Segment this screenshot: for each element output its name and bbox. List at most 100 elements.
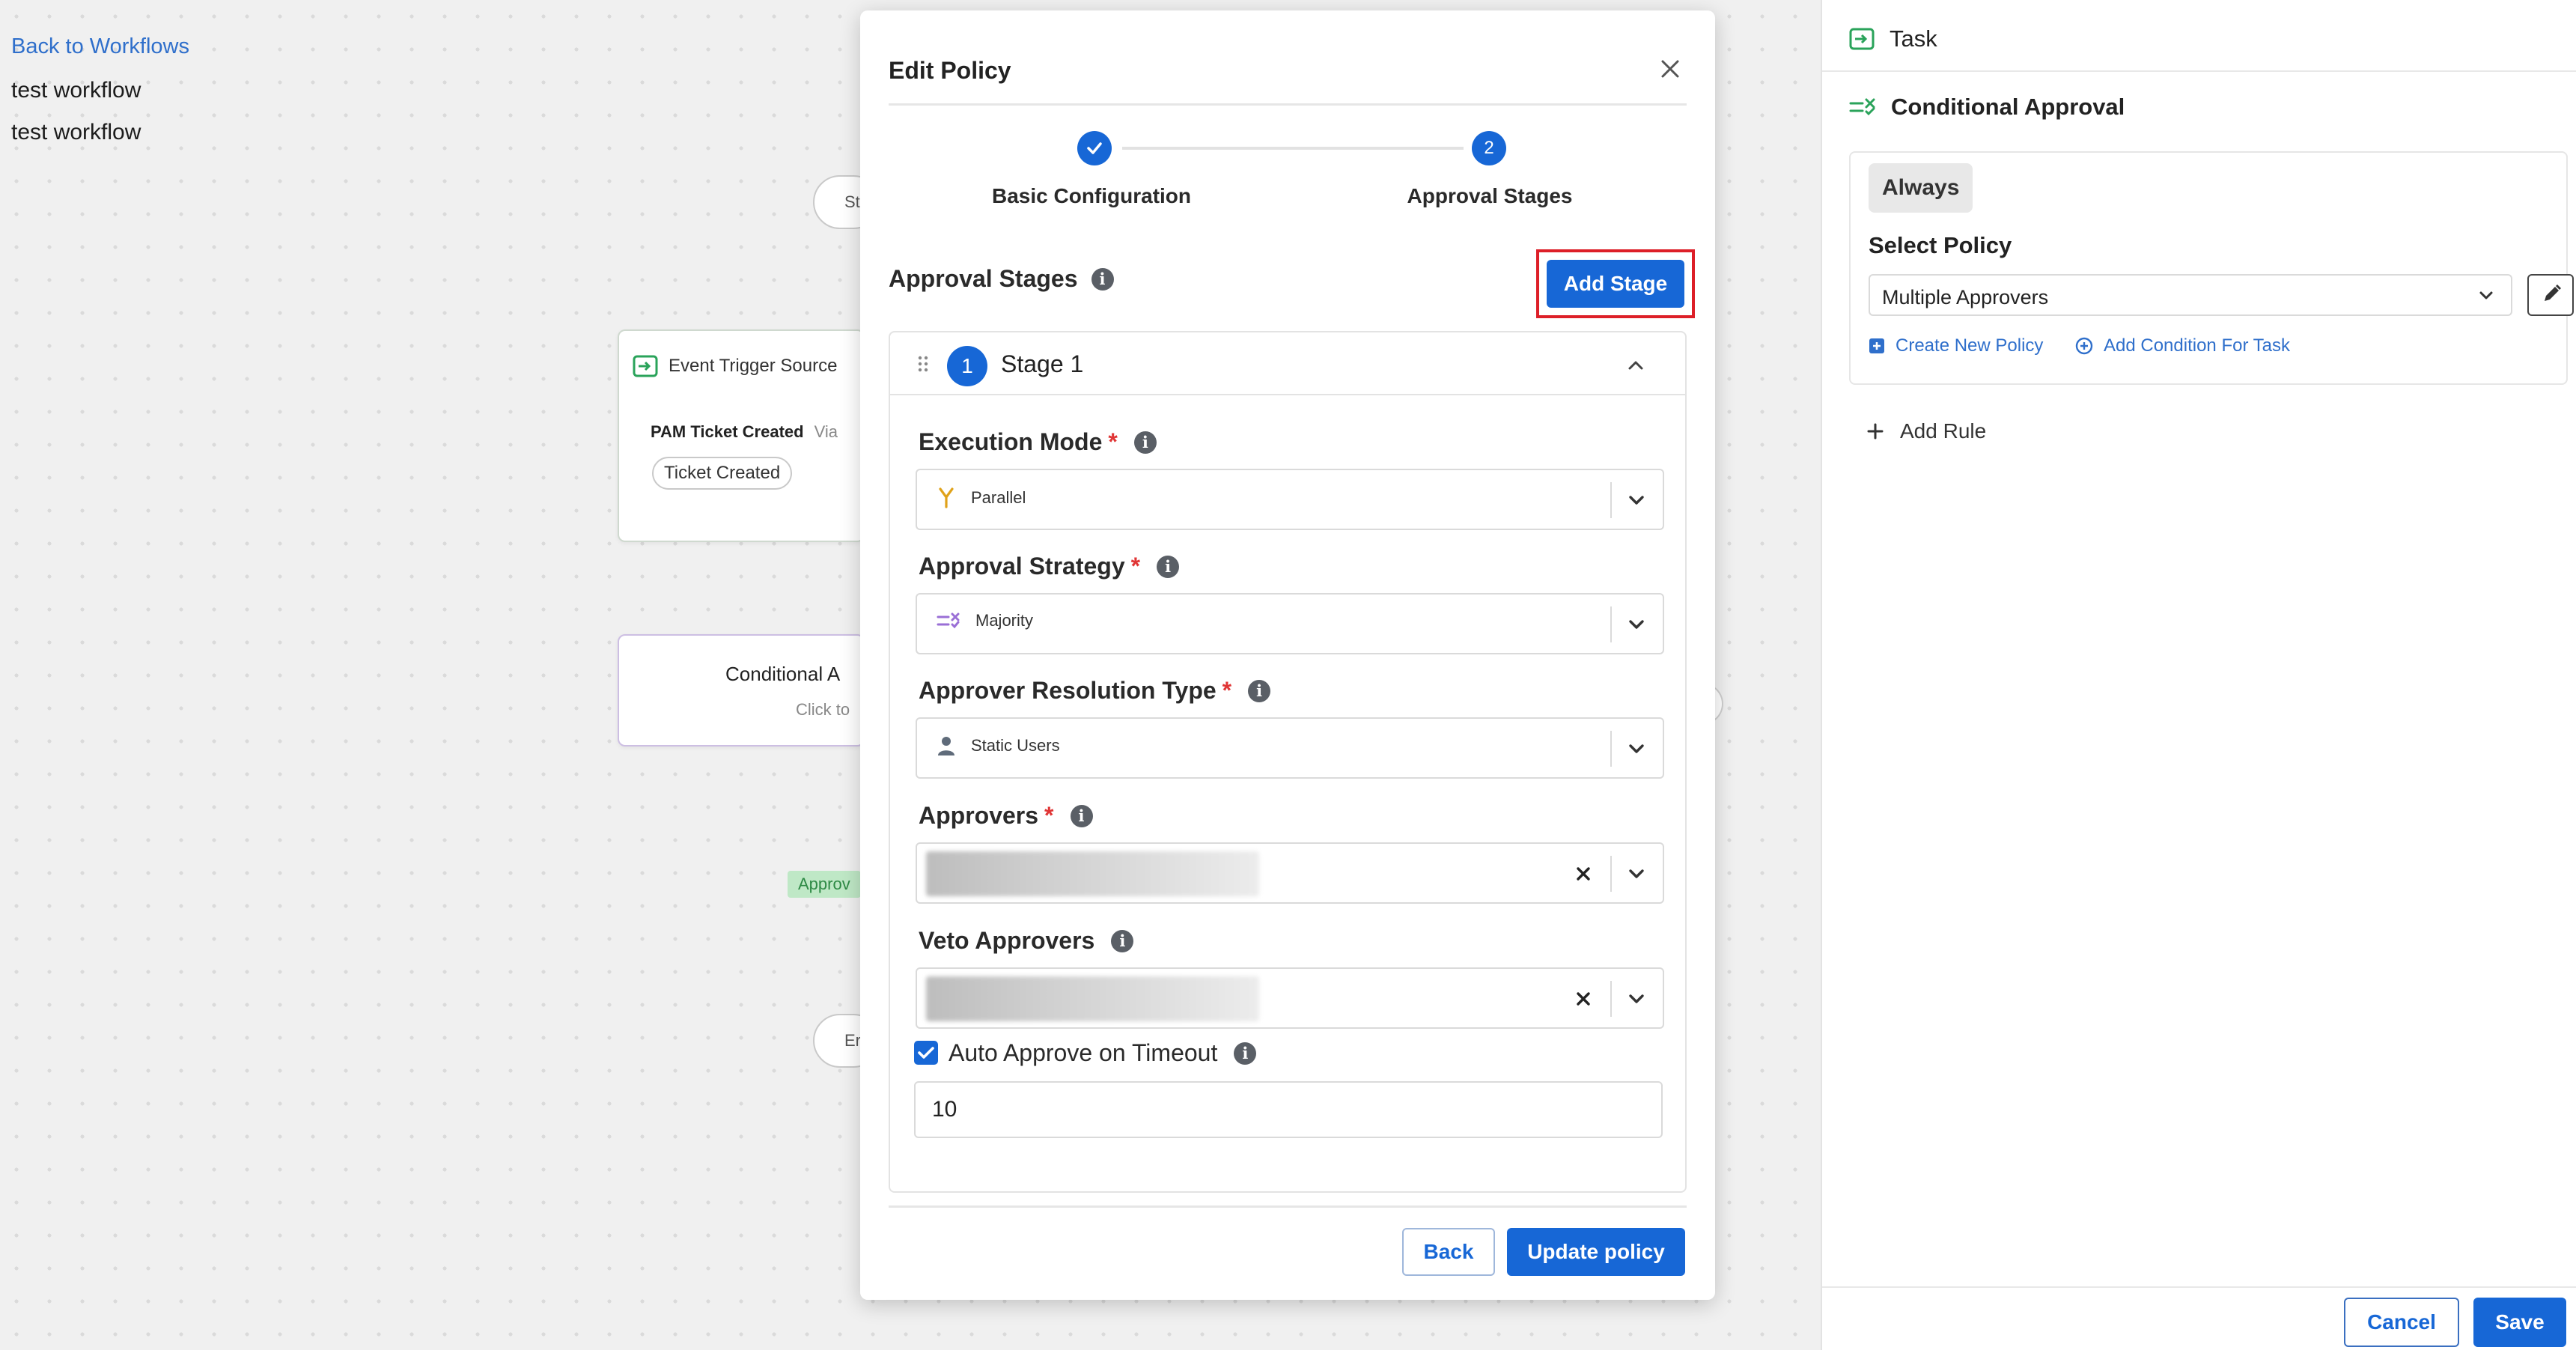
plus-circle-icon [2075,337,2093,355]
select-divider [1610,606,1612,642]
conditional-approval-label: Conditional Approval [1891,94,2125,120]
approve-edge-tag: Approv [788,871,861,898]
approval-stages-title: Approval Stages i [889,265,1114,293]
policy-select-value: Multiple Approvers [1882,286,2049,308]
task-icon [1849,28,1875,50]
task-label: Task [1890,25,1937,52]
add-stage-button[interactable]: Add Stage [1547,260,1684,308]
approver-resolution-value: Static Users [971,736,1060,755]
veto-approvers-text: Veto Approvers [919,927,1095,954]
always-tag: Always [1869,163,1973,213]
edit-policy-modal: Edit Policy Basic Configuration 2 Approv… [860,10,1715,1300]
workflow-name: test workflow [11,78,141,103]
redacted-veto-value [926,976,1259,1021]
back-to-workflows-link[interactable]: Back to Workflows [11,34,189,59]
create-new-policy-text: Create New Policy [1896,335,2044,356]
step-2-number: 2 [1484,138,1494,158]
conditional-approval-icon [1849,98,1875,116]
approval-strategy-text: Approval Strategy [919,553,1125,580]
add-rule-label: Add Rule [1900,419,1987,443]
create-new-policy-link[interactable]: Create New Policy [1869,335,2043,356]
approvers-multiselect[interactable] [916,842,1664,904]
save-button[interactable]: Save [2473,1298,2566,1347]
step-1-label: Basic Configuration [991,184,1192,207]
clear-icon[interactable] [1573,988,1594,1009]
modal-header-divider [889,103,1687,106]
modal-title: Edit Policy [889,57,1011,84]
step-2-label: Approval Stages [1407,184,1573,207]
info-icon[interactable]: i [1111,929,1134,952]
chevron-down-icon[interactable] [2476,286,2496,305]
pencil-icon [2545,285,2561,301]
chevron-down-icon[interactable] [1625,613,1648,636]
close-icon[interactable] [1654,52,1687,85]
info-icon[interactable]: i [1133,431,1157,454]
chevron-down-icon[interactable] [1625,738,1648,760]
stage-number-badge: 1 [947,346,987,386]
auto-approve-label: Auto Approve on Timeout i [949,1039,1257,1067]
drag-handle-icon[interactable] [917,355,929,373]
approval-stages-label: Approval Stages [889,265,1078,292]
select-divider [1610,482,1612,518]
info-icon[interactable]: i [1248,679,1271,702]
auto-approve-checkbox[interactable] [914,1041,938,1065]
add-condition-link[interactable]: Add Condition For Task [2075,335,2290,356]
panel-footer-divider [1822,1286,2576,1288]
stage-header[interactable]: 1 Stage 1 [890,332,1685,395]
back-button[interactable]: Back [1402,1228,1495,1276]
select-divider [1610,981,1612,1017]
panel-divider [1822,70,2576,72]
veto-approvers-multiselect[interactable] [916,967,1664,1029]
select-divider [1610,731,1612,767]
step-1-complete[interactable] [1077,131,1112,165]
event-name: PAM Ticket Created [651,422,804,441]
redacted-approver-value [926,851,1259,896]
auto-approve-text: Auto Approve on Timeout [949,1039,1218,1066]
approver-resolution-select[interactable]: Static Users [916,717,1664,779]
required-marker: * [1044,802,1054,829]
task-config-panel: Task Conditional Approval Always Select … [1821,0,2576,1350]
clear-icon[interactable] [1573,863,1594,884]
cancel-button[interactable]: Cancel [2344,1298,2459,1347]
required-marker: * [1108,428,1118,455]
execution-mode-text: Execution Mode [919,428,1103,455]
event-trigger-title: Event Trigger Source [669,356,838,376]
timeout-input[interactable] [914,1081,1663,1138]
plus-icon [1867,423,1884,440]
execution-mode-select[interactable]: Parallel [916,469,1664,530]
chevron-down-icon[interactable] [1625,489,1648,511]
required-marker: * [1130,553,1141,580]
update-policy-button[interactable]: Update policy [1507,1228,1685,1276]
approval-strategy-value: Majority [975,611,1034,630]
policy-rule-card: Always Select Policy Multiple Approvers … [1849,151,2574,385]
approval-strategy-select[interactable]: Majority [916,593,1664,654]
chevron-down-icon[interactable] [1625,863,1648,885]
add-rule-button[interactable]: Add Rule [1866,419,1986,443]
event-trigger-node[interactable]: Event Trigger Source PAM Ticket Created V… [618,329,865,542]
info-icon[interactable]: i [1070,804,1093,827]
execution-mode-value: Parallel [971,488,1026,507]
step-2-current[interactable]: 2 [1472,131,1506,165]
info-icon[interactable]: i [1157,555,1180,578]
task-header: Task [1849,25,1937,52]
chevron-down-icon[interactable] [1625,988,1648,1010]
chevron-up-icon[interactable] [1625,355,1646,376]
event-trigger-icon [633,355,658,377]
info-icon[interactable]: i [1234,1042,1257,1065]
policy-select[interactable]: Multiple Approvers [1869,274,2512,316]
select-policy-label: Select Policy [1869,232,2012,258]
add-condition-text: Add Condition For Task [2104,335,2291,356]
conditional-approval-node[interactable]: Conditional A Click to [618,634,865,747]
info-icon[interactable]: i [1091,267,1114,291]
start-node-label: St [844,192,860,211]
execution-mode-label: Execution Mode * i [919,428,1157,456]
approvers-text: Approvers [919,802,1039,829]
conditional-approval-header: Conditional Approval [1849,94,2125,121]
required-marker: * [1222,677,1232,704]
edit-policy-button[interactable] [2527,274,2574,316]
conditional-node-subtitle: Click to [796,700,850,719]
approver-resolution-label: Approver Resolution Type * i [919,677,1271,705]
stage-name: Stage 1 [1001,350,1084,377]
strategy-icon [937,612,960,629]
event-chip: Ticket Created [652,457,793,490]
